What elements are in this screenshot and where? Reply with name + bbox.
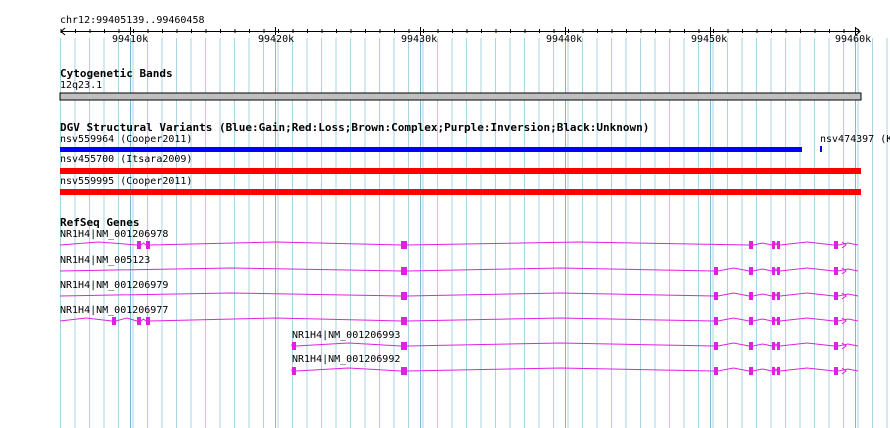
exon-block (401, 241, 407, 249)
cytoband-bar (59, 92, 862, 101)
exon-block (749, 317, 753, 325)
exon-block (714, 292, 718, 300)
exon-block (714, 367, 718, 375)
exon-block (777, 367, 780, 375)
exon-block (749, 367, 753, 375)
exon-block (834, 342, 838, 350)
exon-block (401, 317, 407, 325)
exon-block (714, 317, 718, 325)
exon-block (772, 317, 775, 325)
exon-block (772, 292, 775, 300)
exon-block (777, 241, 780, 249)
exon-block (834, 292, 838, 300)
transcript-intron (59, 267, 859, 272)
strand-arrow (841, 292, 847, 300)
strand-arrow (841, 267, 847, 275)
exon-block (772, 267, 775, 275)
exon-block (777, 317, 780, 325)
transcript-intron (59, 292, 859, 297)
strand-arrow (841, 367, 847, 375)
exon-block (292, 367, 296, 375)
exon-block (834, 317, 838, 325)
genome-browser-view[interactable]: chr12:99405139..99460458 99410k 99420k 9… (0, 0, 890, 428)
exon-block (749, 241, 753, 249)
exon-block (749, 267, 753, 275)
exon-block (777, 292, 780, 300)
exon-block (777, 342, 780, 350)
transcript-intron (59, 317, 859, 322)
exon-block (112, 317, 116, 325)
exon-block (401, 292, 407, 300)
exon-block (772, 367, 775, 375)
exon-block (714, 342, 718, 350)
exon-block (401, 367, 407, 375)
exon-block (834, 367, 838, 375)
exon-block (292, 342, 296, 350)
exon-block (749, 342, 753, 350)
transcript-intron (59, 241, 859, 246)
exon-block (714, 267, 718, 275)
exon-block (834, 267, 838, 275)
exon-block (772, 342, 775, 350)
dgv-gain-bar (60, 147, 802, 152)
exon-block (749, 292, 753, 300)
exon-block (834, 241, 838, 249)
exon-block (401, 267, 407, 275)
dgv-loss-bar (60, 168, 861, 174)
exon-block (137, 241, 141, 249)
feature-layer[interactable] (0, 0, 890, 428)
exon-block (772, 241, 775, 249)
exon-block (146, 241, 150, 249)
strand-arrow (841, 342, 847, 350)
strand-arrow (841, 241, 847, 249)
strand-arrow (841, 317, 847, 325)
exon-block (146, 317, 150, 325)
dgv-gain-bar (820, 146, 822, 152)
dgv-loss-bar (60, 189, 861, 195)
exon-block (137, 317, 141, 325)
exon-block (401, 342, 407, 350)
exon-block (777, 267, 780, 275)
